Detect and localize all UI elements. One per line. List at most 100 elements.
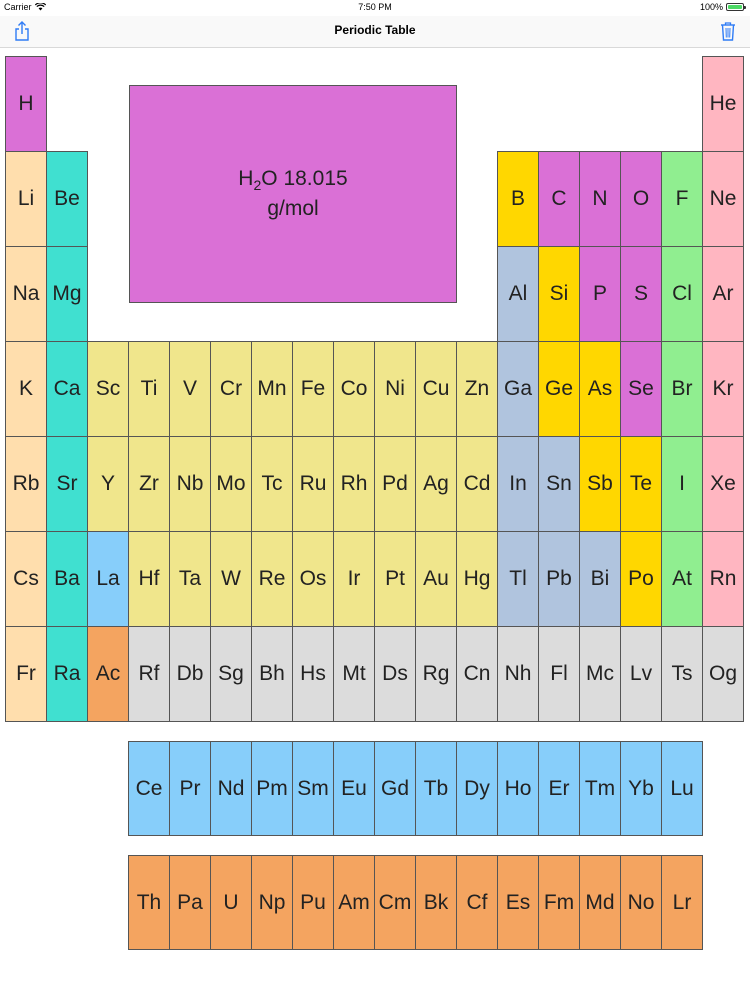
element-og[interactable]: Og	[702, 626, 744, 722]
element-f[interactable]: F	[661, 151, 703, 247]
element-fm[interactable]: Fm	[538, 855, 580, 950]
element-hs[interactable]: Hs	[292, 626, 334, 722]
element-bi[interactable]: Bi	[579, 531, 621, 627]
element-ge[interactable]: Ge	[538, 341, 580, 437]
element-in[interactable]: In	[497, 436, 539, 532]
element-pu[interactable]: Pu	[292, 855, 334, 950]
element-am[interactable]: Am	[333, 855, 375, 950]
element-sb[interactable]: Sb	[579, 436, 621, 532]
element-si[interactable]: Si	[538, 246, 580, 342]
element-kr[interactable]: Kr	[702, 341, 744, 437]
element-rb[interactable]: Rb	[5, 436, 47, 532]
element-ne[interactable]: Ne	[702, 151, 744, 247]
element-nh[interactable]: Nh	[497, 626, 539, 722]
element-te[interactable]: Te	[620, 436, 662, 532]
element-dy[interactable]: Dy	[456, 741, 498, 836]
element-pt[interactable]: Pt	[374, 531, 416, 627]
element-re[interactable]: Re	[251, 531, 293, 627]
element-v[interactable]: V	[169, 341, 211, 437]
element-fl[interactable]: Fl	[538, 626, 580, 722]
element-no[interactable]: No	[620, 855, 662, 950]
element-la[interactable]: La	[87, 531, 129, 627]
element-s[interactable]: S	[620, 246, 662, 342]
element-au[interactable]: Au	[415, 531, 457, 627]
element-fr[interactable]: Fr	[5, 626, 47, 722]
element-np[interactable]: Np	[251, 855, 293, 950]
element-fe[interactable]: Fe	[292, 341, 334, 437]
element-at[interactable]: At	[661, 531, 703, 627]
element-ca[interactable]: Ca	[46, 341, 88, 437]
element-rg[interactable]: Rg	[415, 626, 457, 722]
element-er[interactable]: Er	[538, 741, 580, 836]
element-ho[interactable]: Ho	[497, 741, 539, 836]
element-tc[interactable]: Tc	[251, 436, 293, 532]
element-zn[interactable]: Zn	[456, 341, 498, 437]
element-nb[interactable]: Nb	[169, 436, 211, 532]
element-cm[interactable]: Cm	[374, 855, 416, 950]
element-tb[interactable]: Tb	[415, 741, 457, 836]
element-lu[interactable]: Lu	[661, 741, 703, 836]
element-hf[interactable]: Hf	[128, 531, 170, 627]
element-ac[interactable]: Ac	[87, 626, 129, 722]
element-rn[interactable]: Rn	[702, 531, 744, 627]
element-be[interactable]: Be	[46, 151, 88, 247]
element-ag[interactable]: Ag	[415, 436, 457, 532]
element-co[interactable]: Co	[333, 341, 375, 437]
element-c[interactable]: C	[538, 151, 580, 247]
element-na[interactable]: Na	[5, 246, 47, 342]
element-tl[interactable]: Tl	[497, 531, 539, 627]
element-lv[interactable]: Lv	[620, 626, 662, 722]
element-ti[interactable]: Ti	[128, 341, 170, 437]
element-he[interactable]: He	[702, 56, 744, 152]
element-mo[interactable]: Mo	[210, 436, 252, 532]
element-hg[interactable]: Hg	[456, 531, 498, 627]
element-eu[interactable]: Eu	[333, 741, 375, 836]
element-o[interactable]: O	[620, 151, 662, 247]
element-ni[interactable]: Ni	[374, 341, 416, 437]
element-sm[interactable]: Sm	[292, 741, 334, 836]
element-cu[interactable]: Cu	[415, 341, 457, 437]
element-rh[interactable]: Rh	[333, 436, 375, 532]
element-bk[interactable]: Bk	[415, 855, 457, 950]
element-os[interactable]: Os	[292, 531, 334, 627]
element-ds[interactable]: Ds	[374, 626, 416, 722]
element-pb[interactable]: Pb	[538, 531, 580, 627]
element-sn[interactable]: Sn	[538, 436, 580, 532]
element-th[interactable]: Th	[128, 855, 170, 950]
element-ra[interactable]: Ra	[46, 626, 88, 722]
element-k[interactable]: K	[5, 341, 47, 437]
element-pa[interactable]: Pa	[169, 855, 211, 950]
element-br[interactable]: Br	[661, 341, 703, 437]
element-al[interactable]: Al	[497, 246, 539, 342]
element-ga[interactable]: Ga	[497, 341, 539, 437]
element-cl[interactable]: Cl	[661, 246, 703, 342]
element-ts[interactable]: Ts	[661, 626, 703, 722]
element-zr[interactable]: Zr	[128, 436, 170, 532]
element-pd[interactable]: Pd	[374, 436, 416, 532]
element-b[interactable]: B	[497, 151, 539, 247]
element-yb[interactable]: Yb	[620, 741, 662, 836]
element-ru[interactable]: Ru	[292, 436, 334, 532]
element-pm[interactable]: Pm	[251, 741, 293, 836]
element-li[interactable]: Li	[5, 151, 47, 247]
element-md[interactable]: Md	[579, 855, 621, 950]
element-db[interactable]: Db	[169, 626, 211, 722]
element-mn[interactable]: Mn	[251, 341, 293, 437]
element-sg[interactable]: Sg	[210, 626, 252, 722]
element-es[interactable]: Es	[497, 855, 539, 950]
element-ar[interactable]: Ar	[702, 246, 744, 342]
element-cd[interactable]: Cd	[456, 436, 498, 532]
element-cn[interactable]: Cn	[456, 626, 498, 722]
element-sc[interactable]: Sc	[87, 341, 129, 437]
element-po[interactable]: Po	[620, 531, 662, 627]
element-sr[interactable]: Sr	[46, 436, 88, 532]
element-xe[interactable]: Xe	[702, 436, 744, 532]
element-ir[interactable]: Ir	[333, 531, 375, 627]
element-tm[interactable]: Tm	[579, 741, 621, 836]
element-pr[interactable]: Pr	[169, 741, 211, 836]
element-ba[interactable]: Ba	[46, 531, 88, 627]
element-cr[interactable]: Cr	[210, 341, 252, 437]
element-mg[interactable]: Mg	[46, 246, 88, 342]
trash-button[interactable]	[718, 20, 738, 42]
element-se[interactable]: Se	[620, 341, 662, 437]
